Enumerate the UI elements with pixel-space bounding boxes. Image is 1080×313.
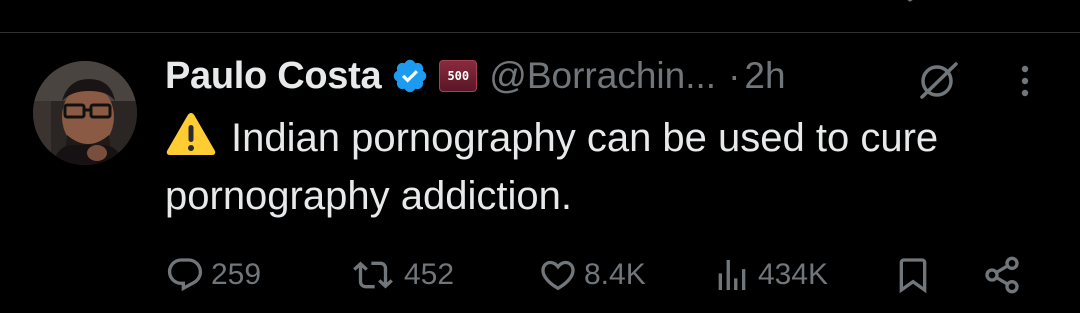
display-name[interactable]: Paulo Costa — [165, 55, 382, 98]
action-bar: 259 452 8.4K 434K — [0, 245, 1080, 305]
grok-icon[interactable] — [912, 56, 962, 106]
share-icon — [985, 256, 1019, 294]
verified-badge-icon[interactable] — [391, 57, 429, 95]
repost-button[interactable]: 452 — [348, 255, 454, 295]
like-count: 8.4K — [584, 258, 646, 291]
like-button[interactable]: 8.4K — [538, 255, 646, 295]
warning-icon — [166, 113, 216, 155]
share-button[interactable] — [980, 255, 1024, 295]
tweet-text: Indian pornography can be used to cure p… — [165, 109, 1065, 225]
tweet-header: Paulo Costa 500 @Borrachin... · 2h — [165, 51, 786, 101]
separator-dot: · — [728, 55, 741, 96]
heart-icon — [541, 260, 575, 291]
timestamp[interactable]: 2h — [744, 55, 785, 97]
user-handle[interactable]: @Borrachin... — [489, 55, 716, 97]
views-icon — [718, 260, 746, 290]
affiliate-badge[interactable]: 500 — [439, 60, 478, 92]
repost-icon — [353, 261, 393, 289]
top-action-icon[interactable] — [896, 0, 936, 4]
reply-button[interactable]: 259 — [165, 255, 261, 295]
views-button[interactable]: 434K — [712, 255, 828, 295]
bookmark-button[interactable] — [893, 255, 933, 295]
reply-icon — [167, 258, 203, 292]
reply-count: 259 — [211, 258, 262, 291]
repost-count: 452 — [404, 258, 455, 291]
views-count: 434K — [758, 258, 829, 291]
bookmark-icon — [899, 258, 927, 294]
tweet-card[interactable]: Paulo Costa 500 @Borrachin... · 2h India… — [0, 33, 1080, 313]
avatar[interactable] — [33, 61, 137, 165]
tweet-body: Indian pornography can be used to cure p… — [165, 116, 939, 218]
more-options-icon[interactable] — [1010, 61, 1040, 101]
